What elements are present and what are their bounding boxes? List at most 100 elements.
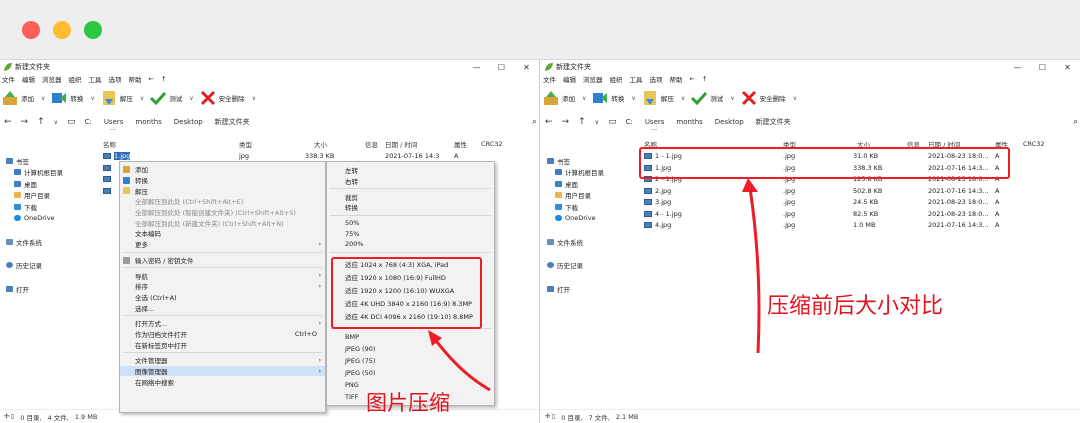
sidebar-item-filesystem[interactable]: 文件系统: [541, 236, 641, 248]
col-date[interactable]: 日期 / 时间: [385, 139, 417, 149]
ctx-more[interactable]: 更多 ›: [120, 239, 325, 250]
menu-edit[interactable]: 编辑: [22, 74, 35, 84]
sidebar-item-computer-root[interactable]: 计算机根目录: [541, 167, 641, 179]
sidebar-item-onedrive[interactable]: OneDrive: [0, 213, 100, 225]
col-type[interactable]: 类型: [239, 139, 252, 149]
sidebar-item-history[interactable]: 历史记录: [541, 260, 641, 272]
sidebar-item-desktop[interactable]: 桌面: [541, 178, 641, 190]
up-arrow-icon[interactable]: ↑: [578, 117, 586, 127]
ctx-convert[interactable]: 转换: [120, 175, 325, 186]
sub-rotate-right[interactable]: 右转: [327, 176, 494, 187]
test-button[interactable]: 测试 ∨: [691, 90, 735, 106]
ctx-web-search[interactable]: 在网络中搜索: [120, 376, 325, 387]
add-button[interactable]: 添加 ∨: [543, 90, 586, 106]
ctx-file-manager[interactable]: 文件管理器 ›: [120, 355, 325, 366]
crumb-folder[interactable]: 新建文件夹: [756, 117, 791, 127]
ctx-open-new-tab[interactable]: 在新标签页中打开: [120, 339, 325, 350]
crumb-months[interactable]: months: [676, 118, 702, 126]
sub-convert[interactable]: 转换: [327, 202, 494, 213]
crumb-drive[interactable]: C:: [85, 118, 92, 126]
ctx-password[interactable]: 输入密码 / 密钥文件: [120, 255, 325, 266]
close-button[interactable]: ✕: [514, 63, 539, 72]
menu-options[interactable]: 选项: [650, 74, 663, 84]
forward-arrow-icon[interactable]: →: [21, 117, 29, 127]
menu-organize[interactable]: 组织: [69, 74, 82, 84]
back-arrow-icon[interactable]: ←: [545, 117, 553, 127]
ctx-select[interactable]: 选择...: [120, 302, 325, 313]
crumb-drive[interactable]: C:: [626, 118, 633, 126]
sidebar-item-history[interactable]: 历史记录: [0, 260, 100, 272]
sub-75[interactable]: 75%: [327, 228, 494, 239]
secure-delete-button[interactable]: 安全删除 ∨: [200, 90, 256, 106]
menu-organize[interactable]: 组织: [610, 74, 623, 84]
ctx-navigate[interactable]: 导航 ›: [120, 270, 325, 281]
chevron-down-icon[interactable]: ∨: [730, 95, 734, 102]
sub-200[interactable]: 200%: [327, 239, 494, 250]
minimize-button[interactable]: —: [1005, 63, 1030, 72]
sidebar-item-filesystem[interactable]: 文件系统: [0, 236, 100, 248]
sidebar-item-user-dir[interactable]: 用户目录: [0, 190, 100, 202]
menu-help[interactable]: 帮助: [670, 74, 683, 84]
menu-options[interactable]: 选项: [109, 74, 122, 84]
ctx-open-with[interactable]: 打开方式... ›: [120, 318, 325, 329]
menu-back[interactable]: ←: [149, 75, 154, 83]
menu-help[interactable]: 帮助: [129, 74, 142, 84]
sub-50[interactable]: 50%: [327, 218, 494, 229]
crumb-folder[interactable]: 新建文件夹: [215, 117, 250, 127]
convert-button[interactable]: 转换 ∨: [51, 90, 95, 106]
dropdown-icon[interactable]: ∨: [595, 119, 599, 126]
menu-up[interactable]: ↑: [702, 75, 707, 83]
close-dot-icon[interactable]: [22, 21, 40, 39]
zoom-dot-icon[interactable]: [84, 21, 102, 39]
ctx-text-encoding[interactable]: 文本编码: [120, 228, 325, 239]
chevron-down-icon[interactable]: ∨: [41, 95, 45, 102]
extract-button[interactable]: 解压 ∨: [101, 90, 144, 106]
table-row[interactable]: 4 - 1.jpg .jpg 82.5 KB 2021-08-23 18:0... A: [641, 208, 1080, 220]
ctx-sort[interactable]: 排序 ›: [120, 281, 325, 292]
sidebar-item-open[interactable]: 打开: [0, 283, 100, 295]
ctx-extract-smart[interactable]: 全部解压到此处 (智能创建文件夹) (Ctrl+Shift+Alt+S): [120, 207, 325, 218]
col-size[interactable]: 大小: [314, 139, 327, 149]
sub-crop[interactable]: 裁剪: [327, 191, 494, 202]
chevron-down-icon[interactable]: ∨: [189, 95, 193, 102]
close-button[interactable]: ✕: [1055, 63, 1080, 72]
table-row[interactable]: 4.jpg .jpg 1.0 MB 2021-07-16 14:3... A: [641, 219, 1080, 231]
forward-arrow-icon[interactable]: →: [562, 117, 570, 127]
sidebar-item-computer-root[interactable]: 计算机根目录: [0, 167, 100, 179]
test-button[interactable]: 测试 ∨: [150, 90, 194, 106]
sidebar-item-bookmarks[interactable]: 书签: [541, 155, 641, 167]
chevron-down-icon[interactable]: ∨: [582, 95, 586, 102]
sidebar-item-onedrive[interactable]: OneDrive: [541, 213, 641, 225]
maximize-button[interactable]: ☐: [1030, 63, 1055, 72]
col-name[interactable]: 名称: [103, 139, 116, 149]
secure-delete-button[interactable]: 安全删除 ∨: [741, 90, 797, 106]
menu-tools[interactable]: 工具: [630, 74, 643, 84]
chevron-down-icon[interactable]: ∨: [793, 95, 797, 102]
search-icon[interactable]: ⌕: [532, 117, 537, 127]
chevron-down-icon[interactable]: ∨: [90, 95, 94, 102]
back-arrow-icon[interactable]: ←: [4, 117, 12, 127]
col-attr[interactable]: 属性: [454, 139, 467, 149]
menu-up[interactable]: ↑: [161, 75, 166, 83]
computer-icon[interactable]: ▭: [608, 117, 617, 127]
menu-file[interactable]: 文件: [543, 74, 556, 84]
sidebar-item-user-dir[interactable]: 用户目录: [541, 190, 641, 202]
minimize-button[interactable]: —: [464, 63, 489, 72]
ctx-open-as-archive[interactable]: 作为归档文件打开 Ctrl+O: [120, 329, 325, 340]
dropdown-icon[interactable]: ∨: [54, 119, 58, 126]
menu-edit[interactable]: 编辑: [563, 74, 576, 84]
add-button[interactable]: 添加 ∨: [2, 90, 45, 106]
col-crc[interactable]: CRC32: [481, 140, 503, 148]
table-row[interactable]: 3.jpg .jpg 24.5 KB 2021-08-23 18:0... A: [641, 196, 1080, 208]
menu-back[interactable]: ←: [690, 75, 695, 83]
extract-button[interactable]: 解压 ∨: [642, 90, 685, 106]
maximize-button[interactable]: ☐: [489, 63, 514, 72]
ctx-extract-newfolder[interactable]: 全部解压到此处 (新建文件夹) (Ctrl+Shift+Alt+N): [120, 217, 325, 228]
computer-icon[interactable]: ▭: [67, 117, 76, 127]
convert-button[interactable]: 转换 ∨: [592, 90, 636, 106]
sidebar-item-open[interactable]: 打开: [541, 283, 641, 295]
ctx-add[interactable]: 添加: [120, 164, 325, 175]
ctx-extract-here[interactable]: 全部解压到此处 (Ctrl+Shift+Alt+E): [120, 196, 325, 207]
table-row[interactable]: 1.jpg jpg 338.3 KB 2021-07-16 14:3 A: [100, 150, 539, 162]
sidebar-item-downloads[interactable]: 下载: [541, 201, 641, 213]
